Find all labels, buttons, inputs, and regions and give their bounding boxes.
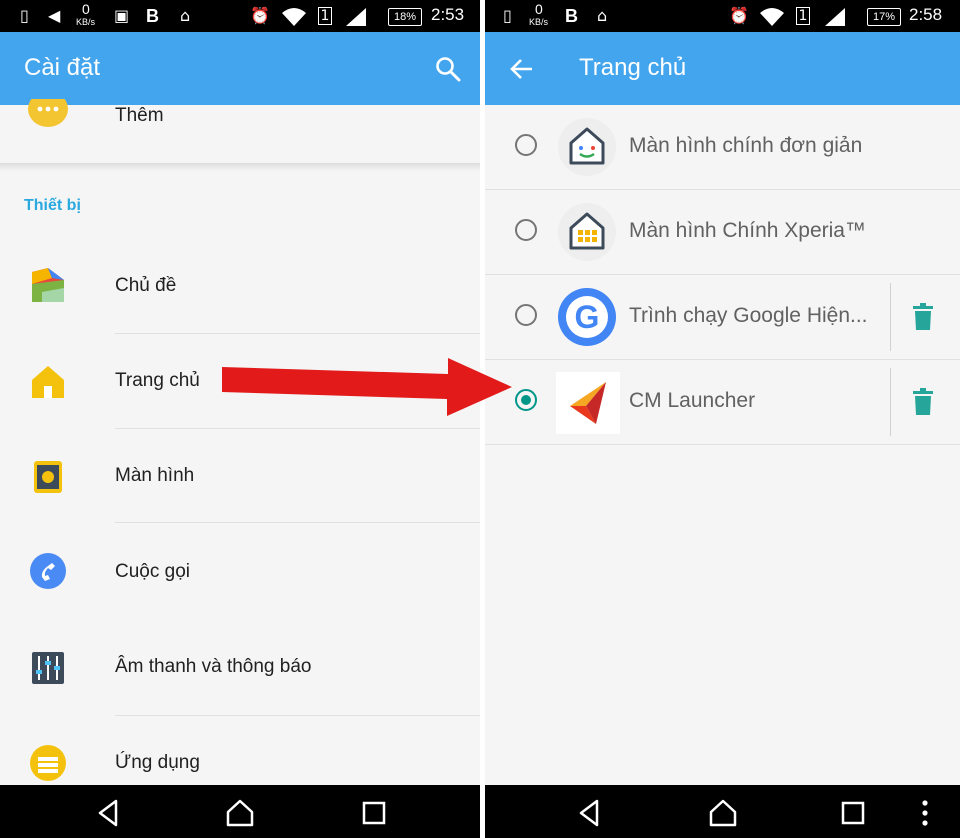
overflow-menu-icon[interactable] (917, 797, 933, 829)
display-icon (34, 461, 62, 493)
nav-recents-icon[interactable] (358, 797, 390, 829)
apps-icon (30, 745, 66, 781)
nav-home-icon[interactable] (707, 797, 739, 829)
theme-icon (32, 268, 64, 302)
phone-icon (30, 553, 66, 589)
settings-item-home[interactable]: Trang chủ (0, 334, 480, 428)
launcher-option-google-now[interactable]: G Trình chạy Google Hiện... (485, 275, 960, 360)
settings-item-apps[interactable]: Ứng dụng (0, 716, 480, 786)
image-icon: ▣ (114, 6, 130, 25)
launcher-option-cm-launcher[interactable]: CM Launcher (485, 360, 960, 445)
settings-item-calls[interactable]: Cuộc gọi (0, 523, 480, 619)
app-toolbar: Cài đặt (0, 32, 480, 105)
google-g-icon: G (558, 288, 616, 346)
more-dots-icon (28, 99, 68, 127)
nav-bar (0, 785, 480, 838)
settings-item-label: Trang chủ (115, 370, 200, 391)
sim-card-icon: 1 (796, 7, 810, 25)
settings-item-sound[interactable]: Âm thanh và thông báo (0, 620, 480, 715)
toolbar-title: Cài đặt (24, 54, 101, 81)
signal-icon (346, 8, 366, 26)
usb-icon: ⌂ (180, 6, 191, 25)
settings-screen: ▯ ◀ 0 KB/s ▣ B ⌂ ⏰ 1 18% 2:53 Cài đặt Th… (0, 0, 480, 838)
nav-back-icon[interactable] (573, 797, 605, 829)
alarm-icon: ⏰ (250, 6, 270, 25)
status-time: 2:58 (909, 5, 943, 24)
settings-item-label: Âm thanh và thông báo (115, 656, 312, 677)
radio-button-selected[interactable] (515, 389, 537, 411)
battery-indicator: 18% (388, 8, 422, 26)
net-speed-unit: KB/s (529, 17, 549, 27)
xperia-home-icon (558, 203, 616, 261)
status-bar: ▯ 0 KB/s B ⌂ ⏰ 1 17% 2:58 (485, 0, 960, 32)
status-bar: ▯ ◀ 0 KB/s ▣ B ⌂ ⏰ 1 18% 2:53 (0, 0, 480, 32)
settings-item-label: Màn hình (115, 465, 195, 486)
settings-item-display[interactable]: Màn hình (0, 429, 480, 522)
home-icon (32, 366, 64, 398)
nav-home-icon[interactable] (224, 797, 256, 829)
toolbar-title: Trang chủ (579, 54, 687, 81)
sim-card-icon: 1 (318, 7, 332, 25)
alarm-icon: ⏰ (729, 6, 749, 25)
svg-text:G: G (575, 299, 600, 335)
section-header-device: Thiết bị (24, 197, 81, 214)
net-speed-value: 0 (535, 1, 543, 17)
back-arrow-icon[interactable] (509, 56, 535, 82)
b-notification-label: B (565, 6, 578, 26)
usb-icon: ⌂ (597, 6, 608, 25)
sim-icon: ▯ (503, 6, 512, 25)
sound-icon (32, 652, 64, 684)
settings-item-more[interactable]: Thêm (0, 99, 480, 165)
sim-icon: ▯ (20, 6, 29, 25)
trash-icon[interactable] (911, 303, 935, 331)
net-speed-unit: KB/s (76, 17, 96, 27)
status-time: 2:53 (431, 5, 465, 24)
radio-button[interactable] (515, 304, 537, 326)
launcher-label: Màn hình chính đơn giản (629, 134, 863, 157)
nav-back-icon[interactable] (92, 797, 124, 829)
search-icon[interactable] (434, 55, 462, 83)
launcher-label: Trình chạy Google Hiện... (629, 304, 868, 327)
app-toolbar: Trang chủ (485, 32, 960, 105)
radio-button[interactable] (515, 134, 537, 156)
radio-button[interactable] (515, 219, 537, 241)
launcher-option-simple-home[interactable]: Màn hình chính đơn giản (485, 105, 960, 190)
settings-item-theme[interactable]: Chủ đề (0, 238, 480, 333)
settings-item-label: Chủ đề (115, 275, 177, 296)
settings-item-label: Thêm (115, 105, 164, 126)
settings-item-label: Ứng dụng (115, 752, 200, 773)
launcher-option-xperia-home[interactable]: Màn hình Chính Xperia™ (485, 190, 960, 275)
vertical-divider (890, 283, 891, 351)
section-separator (0, 163, 480, 171)
cm-launcher-icon (556, 372, 620, 434)
send-icon: ◀ (48, 6, 61, 25)
settings-item-label: Cuộc gọi (115, 561, 190, 582)
launcher-label: CM Launcher (629, 389, 756, 412)
net-speed-value: 0 (82, 1, 90, 17)
trash-icon[interactable] (911, 388, 935, 416)
nav-recents-icon[interactable] (837, 797, 869, 829)
launcher-label: Màn hình Chính Xperia™ (629, 219, 866, 242)
battery-indicator: 17% (867, 8, 901, 26)
home-launcher-screen: ▯ 0 KB/s B ⌂ ⏰ 1 17% 2:58 Trang chủ Màn … (485, 0, 960, 838)
wifi-icon (282, 8, 306, 26)
signal-icon (825, 8, 845, 26)
wifi-icon (760, 8, 784, 26)
nav-bar (485, 785, 960, 838)
vertical-divider (890, 368, 891, 436)
b-notification-label: B (146, 6, 159, 26)
simple-home-icon (558, 118, 616, 176)
